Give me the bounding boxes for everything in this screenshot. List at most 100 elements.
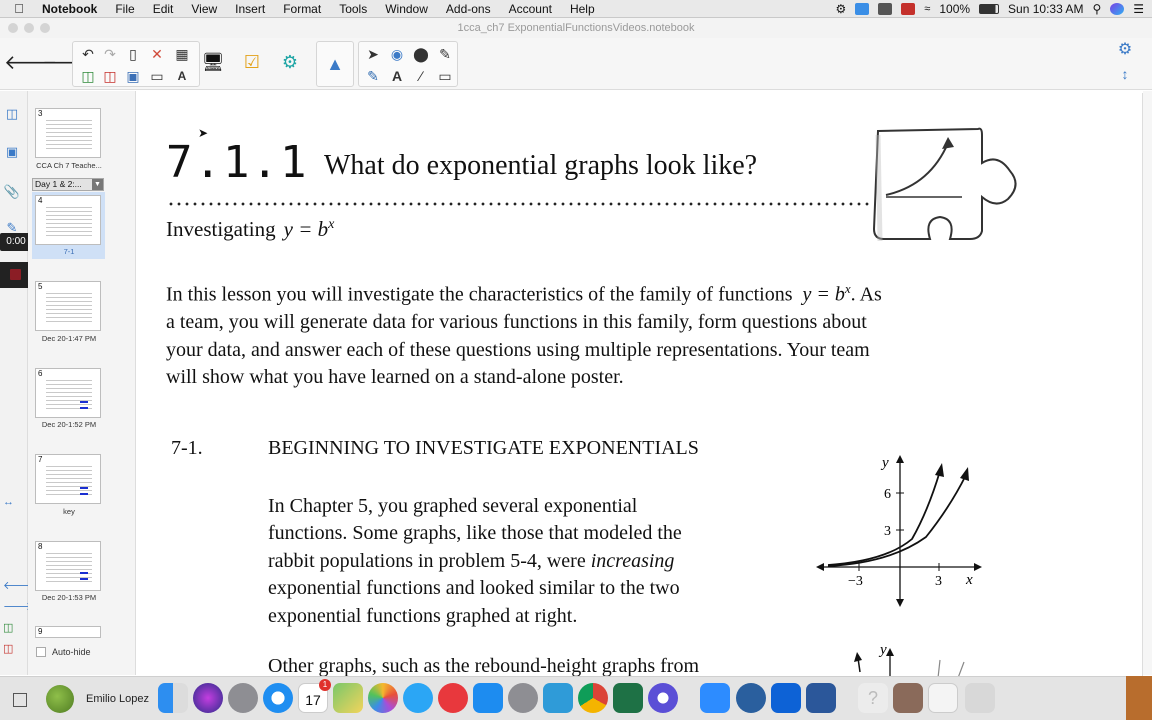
save-icon[interactable]: ▣ bbox=[124, 67, 142, 85]
battery-percent[interactable]: 100% bbox=[939, 2, 970, 16]
chrome-icon[interactable] bbox=[578, 683, 608, 713]
flag-status-icon[interactable] bbox=[901, 2, 916, 15]
calendar-day: 17 bbox=[305, 692, 321, 708]
menu-account[interactable]: Account bbox=[500, 2, 561, 16]
add-page-icon[interactable]: ◫ bbox=[79, 67, 97, 85]
user-avatar[interactable] bbox=[46, 685, 74, 713]
settings-wheel-icon[interactable] bbox=[648, 683, 678, 713]
screen-shade-icon[interactable]: ▭ bbox=[148, 67, 166, 85]
camera-status-icon[interactable] bbox=[878, 2, 893, 15]
expand-panel-icon[interactable]: ↔ bbox=[3, 496, 14, 508]
help-icon[interactable]: ? bbox=[858, 683, 888, 713]
page-thumbnail[interactable]: 6 bbox=[35, 368, 101, 418]
finder-icon[interactable] bbox=[158, 683, 188, 713]
apple-menu-icon[interactable]:  bbox=[0, 1, 38, 16]
siri-icon[interactable] bbox=[1110, 2, 1125, 15]
undo-icon[interactable]: ↶ bbox=[79, 45, 97, 63]
page-export-icon[interactable]: ◫ bbox=[3, 642, 13, 655]
menu-insert[interactable]: Insert bbox=[226, 2, 274, 16]
settings-gear-icon[interactable]: ⚙ bbox=[1116, 41, 1134, 59]
menu-file[interactable]: File bbox=[106, 2, 143, 16]
dropbox-icon[interactable] bbox=[771, 683, 801, 713]
text-tool-icon[interactable]: A bbox=[388, 67, 406, 85]
line-tool-icon[interactable]: ∕ bbox=[412, 67, 430, 85]
page-thumbnail-selected[interactable]: 4 bbox=[35, 195, 101, 245]
menu-format[interactable]: Format bbox=[274, 2, 330, 16]
excel-icon[interactable] bbox=[613, 683, 643, 713]
minimize-window-button[interactable] bbox=[24, 23, 34, 33]
app-store-icon[interactable] bbox=[473, 683, 503, 713]
previous-page-icon[interactable]: 🡐 bbox=[4, 50, 58, 76]
close-window-button[interactable] bbox=[8, 23, 18, 33]
export-pdf-icon[interactable]: ◫ bbox=[101, 67, 119, 85]
menu-view[interactable]: View bbox=[182, 2, 226, 16]
spotlight-search-icon[interactable]: ⚲ bbox=[1092, 2, 1101, 16]
delete-icon[interactable]: ✕ bbox=[148, 45, 166, 63]
intro-line: your data, and answer each of these ques… bbox=[166, 338, 870, 361]
dock-checkbox[interactable] bbox=[13, 693, 27, 707]
zoom-window-button[interactable] bbox=[40, 23, 50, 33]
page-thumbnail[interactable]: 5 bbox=[35, 281, 101, 331]
window-controls bbox=[8, 23, 50, 33]
downloads-stack-icon[interactable] bbox=[928, 683, 958, 713]
clear-page-icon[interactable]: ▯ bbox=[124, 45, 142, 63]
wifi-icon[interactable]: ≈ bbox=[924, 3, 930, 15]
trash-icon[interactable] bbox=[965, 683, 995, 713]
measurement-tools-icon[interactable]: ⚙ bbox=[277, 49, 303, 75]
news-icon[interactable] bbox=[438, 683, 468, 713]
word-icon[interactable] bbox=[806, 683, 836, 713]
battery-icon[interactable] bbox=[979, 3, 1000, 14]
page-thumbnail[interactable]: 3 bbox=[35, 108, 101, 158]
maps-icon[interactable] bbox=[333, 683, 363, 713]
next-page-icon[interactable]: 🡒 bbox=[42, 50, 96, 76]
gallery-tab-icon[interactable]: ▣ bbox=[3, 143, 21, 161]
page-sorter-tab-icon[interactable]: ◫ bbox=[3, 105, 21, 123]
page-add-icon[interactable]: ◫ bbox=[3, 621, 13, 634]
fill-tool-icon[interactable]: ⬤ bbox=[412, 45, 430, 63]
addons-puzzle-icon[interactable]: ▲ bbox=[322, 51, 348, 77]
menu-app-name[interactable]: Notebook bbox=[38, 2, 106, 16]
page-thumbnail[interactable]: 8 bbox=[35, 541, 101, 591]
menu-tools[interactable]: Tools bbox=[330, 2, 376, 16]
page-sorter: 3 CCA Ch 7 Teache... Day 1 & 2:... ▼ 4 7… bbox=[28, 91, 136, 675]
shape-tool-icon[interactable]: ◉ bbox=[388, 45, 406, 63]
thumbnail-number: 6 bbox=[38, 369, 43, 378]
notes-app-icon[interactable] bbox=[543, 683, 573, 713]
menu-help[interactable]: Help bbox=[561, 2, 604, 16]
notification-center-icon[interactable]: ☰ bbox=[1133, 2, 1144, 16]
gear-status-icon[interactable]: ⚙ bbox=[836, 2, 847, 16]
group-select[interactable]: Day 1 & 2:... ▼ bbox=[32, 178, 104, 191]
messages-icon[interactable] bbox=[403, 683, 433, 713]
spell-check-icon[interactable]: A bbox=[173, 67, 191, 85]
siri-icon[interactable] bbox=[193, 683, 223, 713]
page-thumbnail[interactable]: 9 bbox=[35, 626, 101, 638]
recent-item-icon[interactable] bbox=[893, 683, 923, 713]
launchpad-icon[interactable] bbox=[228, 683, 258, 713]
auto-hide-toggle[interactable]: Auto-hide bbox=[36, 647, 91, 657]
page-thumbnail[interactable]: 7 bbox=[35, 454, 101, 504]
move-toolbar-icon[interactable]: ↕ bbox=[1116, 65, 1134, 83]
clock[interactable]: Sun 10:33 AM bbox=[1008, 2, 1083, 16]
thumbnail-mark bbox=[80, 578, 88, 580]
screen-share-icon[interactable] bbox=[855, 2, 870, 15]
auto-hide-checkbox[interactable] bbox=[36, 647, 46, 657]
pens-tool-icon[interactable]: ✎ bbox=[364, 67, 382, 85]
menu-addons[interactable]: Add-ons bbox=[437, 2, 500, 16]
response-icon[interactable]: ☑ bbox=[239, 49, 265, 75]
problem-number: 7-1. bbox=[171, 437, 203, 459]
menu-edit[interactable]: Edit bbox=[144, 2, 183, 16]
attachments-tab-icon[interactable]: 📎 bbox=[3, 183, 21, 201]
menu-window[interactable]: Window bbox=[376, 2, 437, 16]
system-preferences-icon[interactable] bbox=[508, 683, 538, 713]
safari-icon[interactable] bbox=[263, 683, 293, 713]
body-line: exponential functions graphed at right. bbox=[268, 604, 578, 627]
document-camera-icon[interactable]: 🖥 bbox=[200, 49, 226, 75]
eraser-tool-icon[interactable]: ▭ bbox=[436, 67, 454, 85]
redo-icon[interactable]: ↷ bbox=[101, 45, 119, 63]
quicktime-icon[interactable] bbox=[736, 683, 766, 713]
magic-pen-icon[interactable]: ✎ bbox=[436, 45, 454, 63]
table-icon[interactable]: ▦ bbox=[173, 45, 191, 63]
photos-icon[interactable] bbox=[368, 683, 398, 713]
zoom-icon[interactable] bbox=[700, 683, 730, 713]
select-tool-icon[interactable]: ➤ bbox=[364, 45, 382, 63]
